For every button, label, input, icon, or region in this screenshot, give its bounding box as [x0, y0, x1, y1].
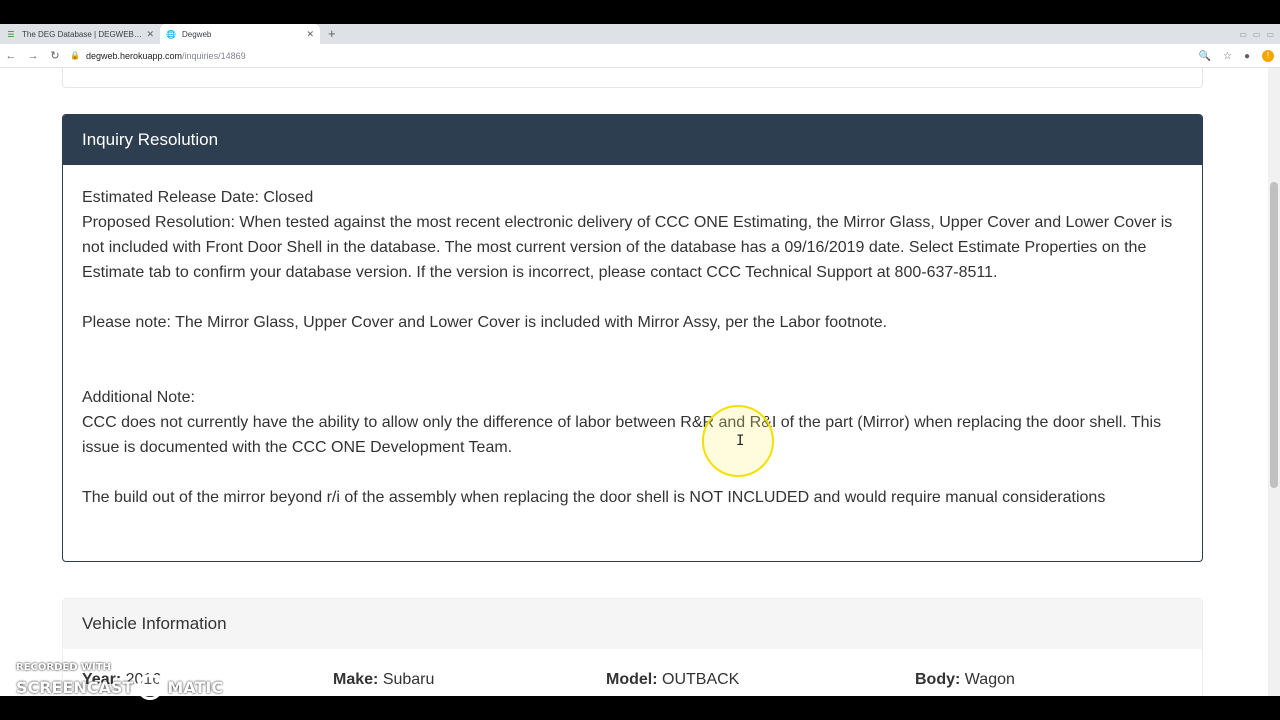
screencast-watermark: RECORDED WITH SCREENCAST MATIC [16, 662, 223, 700]
window-controls: ▭ ▭ ▭ [1239, 24, 1274, 44]
field-value: Subaru [382, 671, 435, 688]
field-label: Model: [606, 671, 658, 688]
new-tab-button[interactable]: + [328, 24, 336, 44]
zoom-icon[interactable]: 🔍 [1199, 51, 1211, 62]
restore-icon[interactable]: ▭ [1253, 30, 1261, 39]
close-window-icon[interactable]: ▭ [1266, 30, 1274, 39]
please-note: Please note: The Mirror Glass, Upper Cov… [82, 314, 888, 331]
field-value: OUTBACK [662, 671, 740, 688]
watermark-top-text: RECORDED WITH [16, 662, 111, 673]
previous-card-edge [62, 68, 1203, 88]
lock-icon: 🔒 [70, 51, 80, 60]
tab-close-icon[interactable]: ✕ [306, 29, 314, 40]
account-icon[interactable]: ● [1244, 51, 1250, 62]
forward-arrow-icon[interactable]: → [22, 50, 44, 62]
tab-title: The DEG Database | DEGWEB.ORG [22, 29, 143, 39]
back-arrow-icon[interactable]: ← [0, 50, 22, 62]
scrollbar-thumb[interactable] [1270, 182, 1278, 488]
vehicle-information-card: Vehicle Information Year: 2016 Make: Sub… [62, 598, 1203, 696]
screencast-logo-icon [137, 674, 164, 700]
screen-frame: ☰ The DEG Database | DEGWEB.ORG ✕ 🌐 Degw… [0, 0, 1280, 720]
bookmark-star-icon[interactable]: ☆ [1223, 51, 1232, 62]
watermark-logo: SCREENCAST MATIC [16, 674, 223, 700]
reload-icon[interactable]: ↻ [44, 49, 66, 62]
field-label: Make: [333, 671, 379, 688]
build-out-note: The build out of the mirror beyond r/i o… [82, 489, 1106, 506]
release-date: Estimated Release Date: Closed [82, 189, 314, 206]
watermark-right-text: MATIC [167, 677, 224, 697]
field-value: Wagon [964, 671, 1015, 688]
vehicle-body: Body: Wagon [915, 671, 1015, 689]
minimize-icon[interactable]: ▭ [1239, 30, 1247, 39]
url-path: /inquiries/14869 [182, 50, 246, 61]
card-body: Estimated Release Date: Closed Proposed … [63, 165, 1202, 510]
vehicle-model: Model: OUTBACK [606, 671, 739, 689]
toolbar-actions: 🔍 ☆ ● ! [1199, 44, 1274, 68]
additional-note-text: CCC does not currently have the ability … [82, 414, 1162, 456]
card-header: Vehicle Information [63, 599, 1202, 649]
tab-title: Degweb [182, 29, 212, 39]
address-bar[interactable]: 🔒 degweb.herokuapp.com /inquiries/14869 [70, 51, 246, 61]
card-header: Inquiry Resolution [63, 115, 1202, 165]
watermark-left-text: SCREENCAST [16, 677, 134, 697]
text-cursor-icon: I [736, 433, 745, 449]
extension-icon[interactable]: ! [1262, 50, 1274, 62]
deg-favicon-icon: ☰ [7, 29, 15, 39]
vehicle-make: Make: Subaru [333, 671, 434, 689]
page-scrollbar[interactable] [1268, 68, 1280, 696]
additional-note-label: Additional Note: [82, 389, 195, 406]
tab-deg-database[interactable]: ☰ The DEG Database | DEGWEB.ORG ✕ [0, 24, 160, 44]
globe-icon: 🌐 [166, 29, 176, 39]
tab-degweb[interactable]: 🌐 Degweb ✕ [160, 24, 320, 44]
inquiry-resolution-card: Inquiry Resolution Estimated Release Dat… [62, 114, 1203, 562]
tab-close-icon[interactable]: ✕ [146, 29, 154, 40]
field-label: Body: [915, 671, 961, 688]
url-host: degweb.herokuapp.com [85, 50, 183, 61]
page-content: Inquiry Resolution Estimated Release Dat… [0, 68, 1280, 696]
proposed-resolution: Proposed Resolution: When tested against… [82, 214, 1173, 281]
browser-tab-strip: ☰ The DEG Database | DEGWEB.ORG ✕ 🌐 Degw… [0, 24, 1280, 44]
browser-toolbar: ← → ↻ 🔒 degweb.herokuapp.com /inquiries/… [0, 44, 1280, 68]
